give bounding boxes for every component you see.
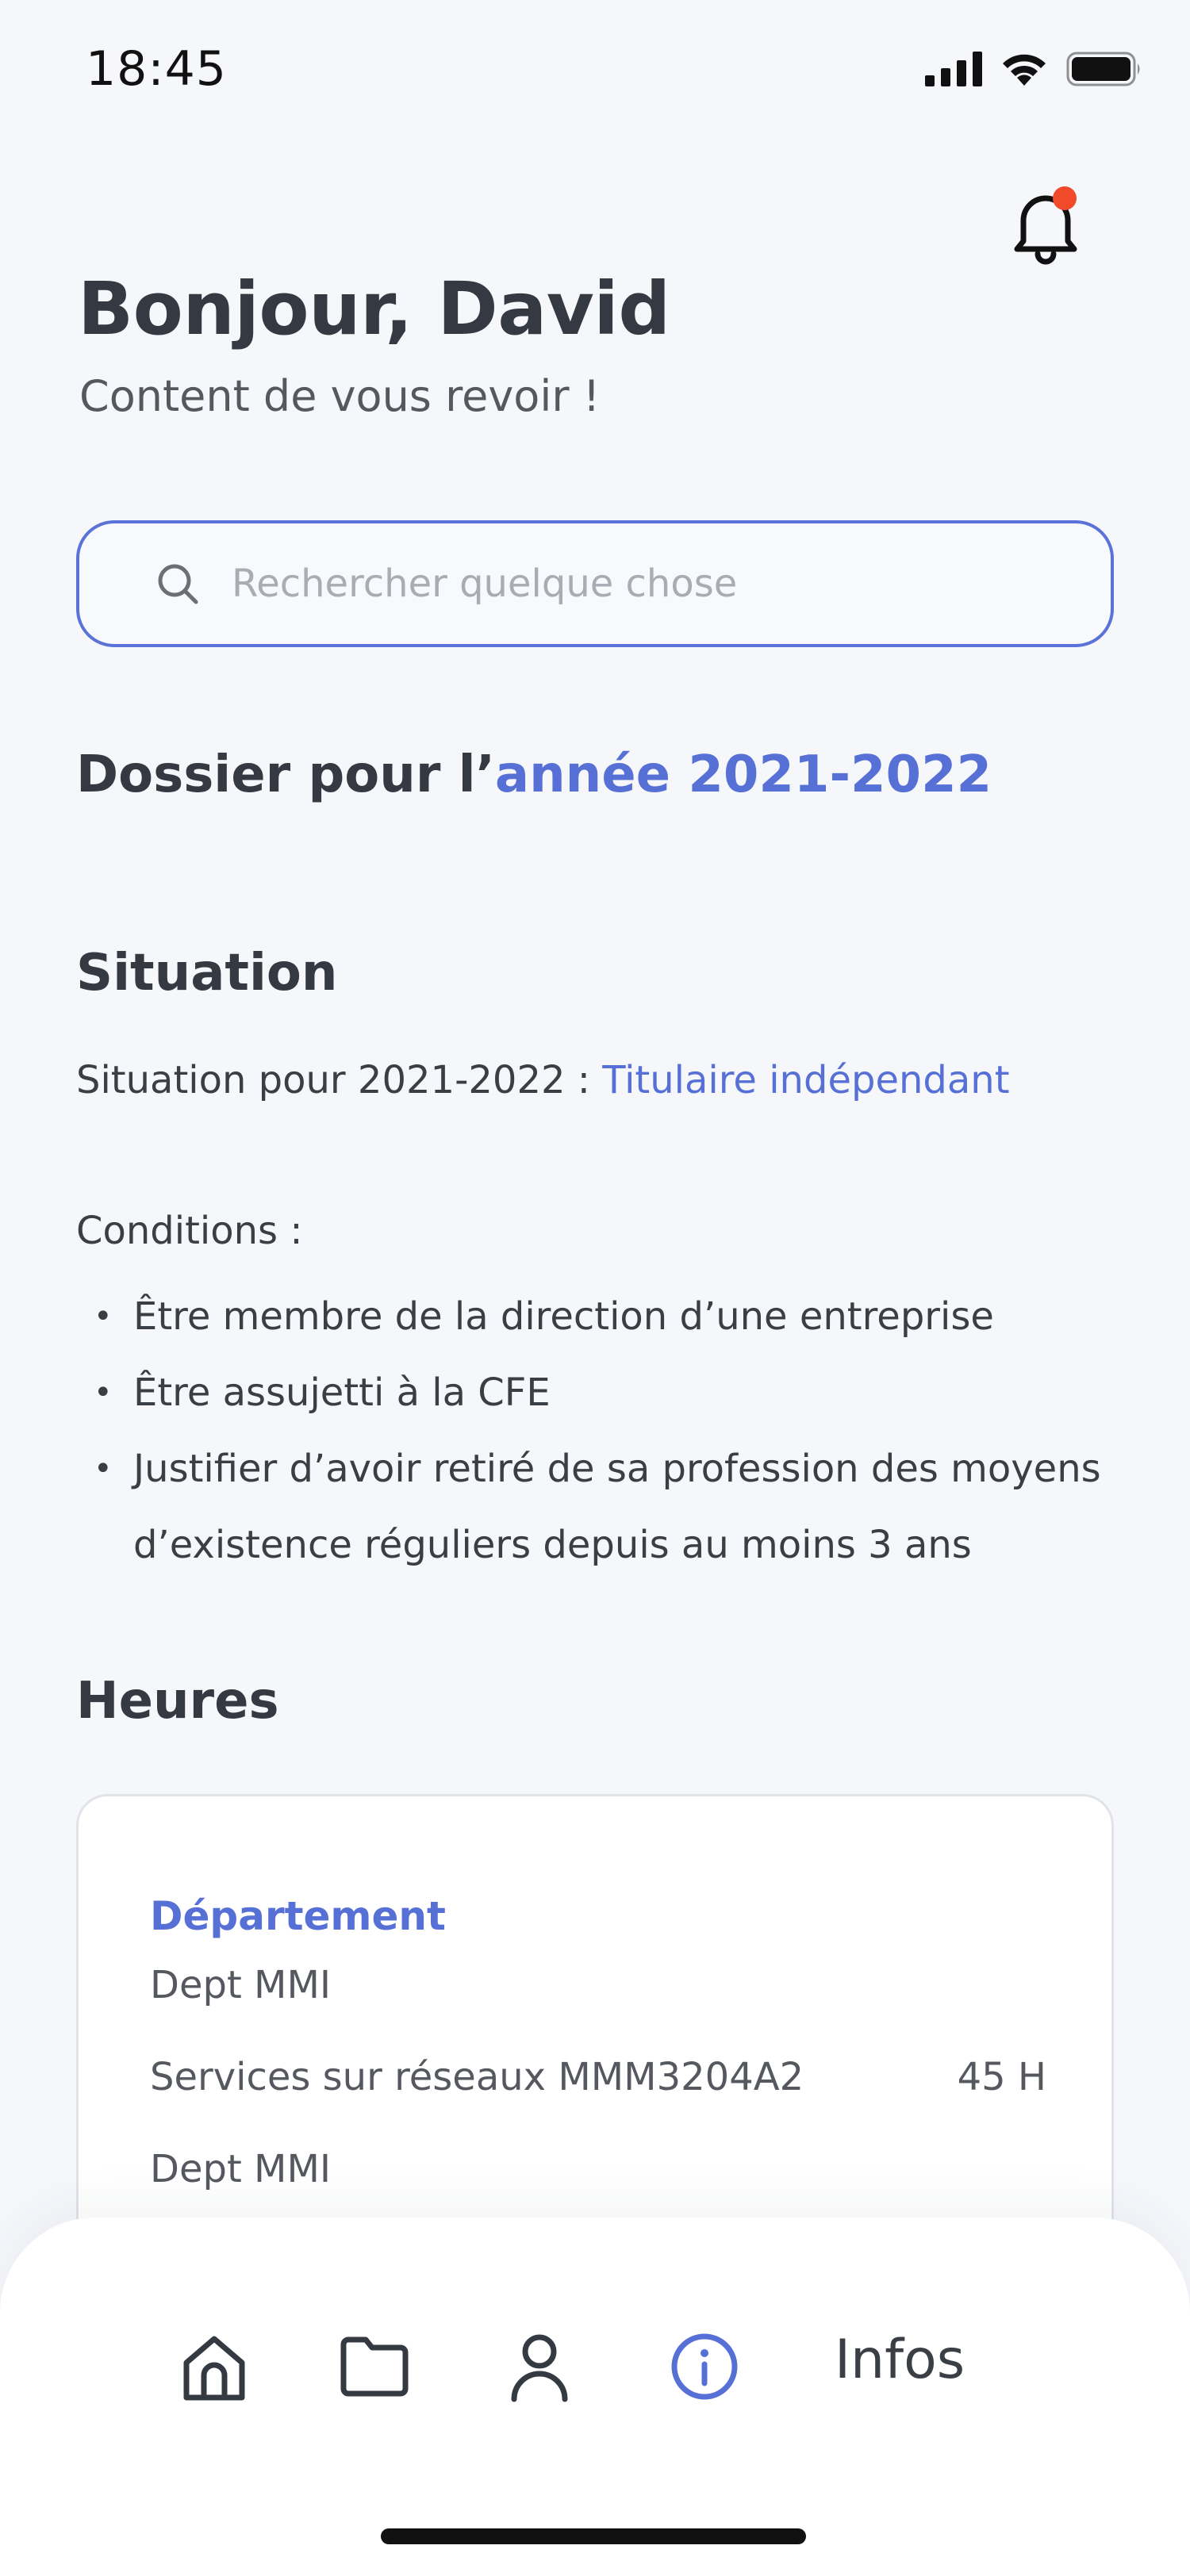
- status-time: 18:45: [86, 41, 227, 97]
- nav-folder[interactable]: [335, 2327, 414, 2406]
- home-icon: [183, 2336, 245, 2401]
- nav-infos-label[interactable]: Infos: [835, 2329, 965, 2391]
- conditions-label: Conditions :: [76, 1209, 303, 1253]
- hours-title: Heures: [76, 1672, 279, 1731]
- dossier-year-link[interactable]: année 2021-2022: [495, 746, 992, 804]
- nav-home[interactable]: [175, 2327, 254, 2406]
- situation-value: Titulaire indépendant: [602, 1058, 1010, 1102]
- nav-profile[interactable]: [500, 2327, 579, 2406]
- bottom-nav: Infos: [0, 2218, 1190, 2576]
- page-title: Bonjour, David: [78, 266, 670, 351]
- user-icon: [511, 2334, 568, 2402]
- bell-icon: [1014, 186, 1077, 265]
- condition-item: Être assujetti à la CFE: [94, 1355, 1109, 1431]
- department-heading: Département: [150, 1893, 446, 1939]
- situation-title: Situation: [76, 944, 338, 1002]
- wifi-icon: [1003, 54, 1046, 86]
- welcome-subtitle: Content de vous revoir !: [79, 371, 601, 421]
- home-indicator[interactable]: [381, 2528, 806, 2544]
- info-icon: [671, 2333, 738, 2400]
- course-name: Services sur réseaux MMM3204A2: [150, 2055, 804, 2099]
- dossier-prefix: Dossier pour l’: [76, 746, 495, 804]
- status-icons: [925, 51, 1142, 87]
- signal-icon: [925, 52, 982, 86]
- course-hours: 45 H: [957, 2055, 1046, 2099]
- search-input[interactable]: [232, 562, 1025, 606]
- condition-item: Justifier d’avoir retiré de sa professio…: [94, 1431, 1109, 1583]
- condition-item: Être membre de la direction d’une entrep…: [94, 1278, 1109, 1355]
- screen: 18:45 Bonjour, David Content de vous rev…: [0, 0, 1190, 2576]
- situation-label: Situation pour 2021-2022 :: [76, 1058, 603, 1102]
- search-bar[interactable]: [76, 520, 1114, 647]
- search-icon: [158, 564, 198, 604]
- notifications-button[interactable]: [1008, 181, 1087, 268]
- battery-icon: [1066, 52, 1140, 86]
- department-name: Dept MMI: [150, 2147, 332, 2191]
- conditions-list: Être membre de la direction d’une entrep…: [94, 1278, 1109, 1583]
- dossier-heading: Dossier pour l’année 2021-2022: [76, 746, 992, 804]
- situation-line: Situation pour 2021-2022 : Titulaire ind…: [76, 1058, 1010, 1102]
- department-name: Dept MMI: [150, 1963, 332, 2007]
- nav-infos[interactable]: [665, 2327, 744, 2406]
- folder-icon: [340, 2336, 409, 2397]
- notification-dot: [1053, 186, 1077, 210]
